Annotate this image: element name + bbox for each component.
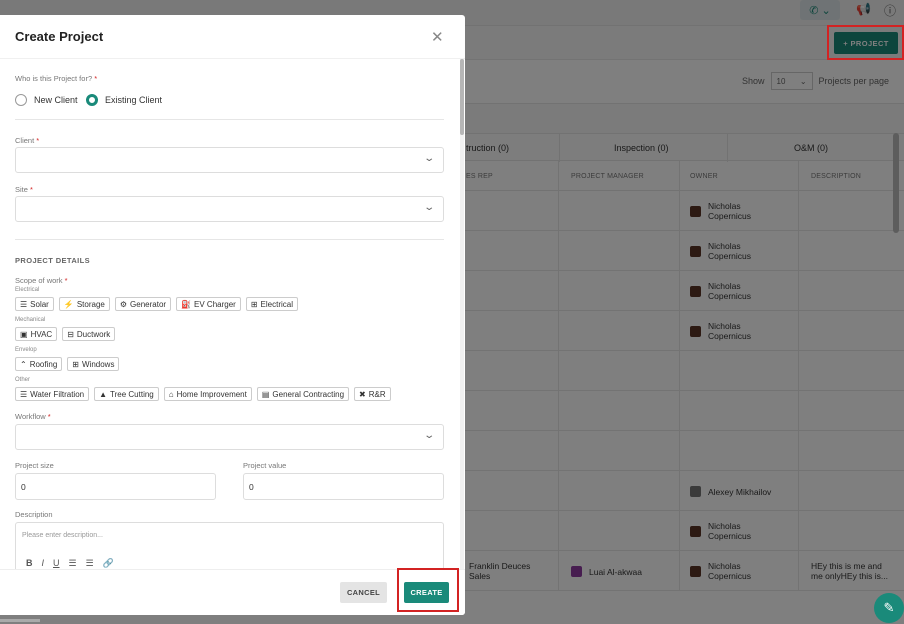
new-client-label[interactable]: New Client [34,95,78,105]
chip-r-and-r[interactable]: ✖ R&R [354,387,391,401]
chip-group-electrical: ☰ Solar ⚡ Storage ⚙ Generator ⛽ EV Charger ⊞… [15,297,298,311]
underline-icon[interactable]: U [53,558,60,569]
site-select[interactable]: ⌄ [15,196,444,222]
chip-group-envelop: ⌃ Roofing ⊞ Windows [15,357,120,371]
editor-toolbar: B I U ☰ ☰ 🔗 [26,558,114,569]
description-placeholder[interactable]: Please enter description... [22,532,103,539]
project-value-label: Project value [243,461,287,470]
group-mechanical-label: Mechanical [15,317,46,323]
scope-label: Scope of work * [15,276,68,285]
chevron-down-icon: ⌄ [422,153,435,164]
chip-solar[interactable]: ☰ Solar [15,297,54,311]
ordered-list-icon[interactable]: ☰ [69,558,77,569]
bullet-list-icon[interactable]: ☰ [86,558,94,569]
chip-roofing[interactable]: ⌃ Roofing [15,357,63,371]
storage-icon: ⚡ [63,299,74,309]
divider [15,119,444,120]
chevron-down-icon: ⌄ [422,202,435,213]
ductwork-icon: ⊟ [67,329,74,339]
modal-footer [0,569,465,615]
client-select[interactable]: ⌄ [15,147,444,173]
close-icon[interactable]: ✕ [431,28,444,46]
hvac-icon: ▣ [20,329,28,339]
modal-scrollbar-thumb[interactable] [460,59,464,135]
chat-button[interactable]: ✎ [874,593,904,623]
client-label: Client * [15,136,40,145]
new-client-radio[interactable] [15,94,27,106]
chip-ductwork[interactable]: ⊟ Ductwork [62,327,116,341]
group-envelop-label: Envelop [15,347,37,353]
windows-icon: ⊞ [72,359,79,369]
modal-body: Who is this Project for? * New Client Ex… [0,58,465,582]
roofing-icon: ⌃ [20,359,27,369]
chip-home-improvement[interactable]: ⌂ Home Improvement [163,387,252,401]
highlight-create-button [397,568,459,612]
water-filtration-icon: ☰ [20,389,28,399]
workflow-label: Workflow * [15,412,51,421]
existing-client-label[interactable]: Existing Client [105,95,162,105]
project-size-label: Project size [15,461,54,470]
project-size-input[interactable]: 0 [15,473,216,500]
modal-scrollbar-track[interactable] [460,59,464,570]
scroll-indicator [0,619,40,622]
chip-electrical[interactable]: ⊞ Electrical [245,297,298,311]
highlight-add-project [827,25,904,60]
link-icon[interactable]: 🔗 [103,558,114,569]
chip-generator[interactable]: ⚙ Generator [114,297,172,311]
modal-title: Create Project [15,29,104,44]
workflow-select[interactable]: ⌄ [15,424,444,450]
home-improvement-icon: ⌂ [168,389,174,399]
general-contracting-icon: ▤ [261,389,270,399]
section-title: PROJECT DETAILS [15,256,91,265]
chip-storage[interactable]: ⚡ Storage [58,297,110,311]
chip-ev-charger[interactable]: ⛽ EV Charger [176,297,241,311]
generator-icon: ⚙ [119,299,128,309]
electrical-icon: ⊞ [250,299,258,309]
site-label: Site * [15,185,33,194]
group-electrical-label: Electrical [15,287,40,293]
chip-windows[interactable]: ⊞ Windows [67,357,120,371]
solar-icon: ☰ [20,299,28,309]
project-value-input[interactable]: 0 [243,473,444,500]
who-label: Who is this Project for? * [15,74,98,83]
bold-icon[interactable]: B [26,558,33,569]
chat-icon: ✎ [883,600,895,615]
r-and-r-icon: ✖ [359,389,366,399]
group-other-label: Other [15,377,31,383]
italic-icon[interactable]: I [42,558,45,569]
chip-group-mechanical: ▣ HVAC ⊟ Ductwork [15,327,116,341]
chip-hvac[interactable]: ▣ HVAC [15,327,58,341]
modal-header: Create Project [0,15,465,58]
cancel-button[interactable]: CANCEL [340,582,387,603]
existing-client-radio[interactable] [86,94,98,106]
chip-tree-cutting[interactable]: ▲ Tree Cutting [94,387,159,401]
description-label: Description [15,510,53,519]
divider [15,239,444,240]
chevron-down-icon: ⌄ [422,430,435,441]
chip-general-contracting[interactable]: ▤ General Contracting [256,387,350,401]
chip-group-other: ☰ Water Filtration ▲ Tree Cutting ⌂ Home Im… [15,387,391,401]
create-project-modal: Create Project ✕ Who is this Project for… [0,15,465,615]
tree-cutting-icon: ▲ [99,389,108,399]
chip-water-filtration[interactable]: ☰ Water Filtration [15,387,90,401]
ev-charger-icon: ⛽ [181,299,192,309]
